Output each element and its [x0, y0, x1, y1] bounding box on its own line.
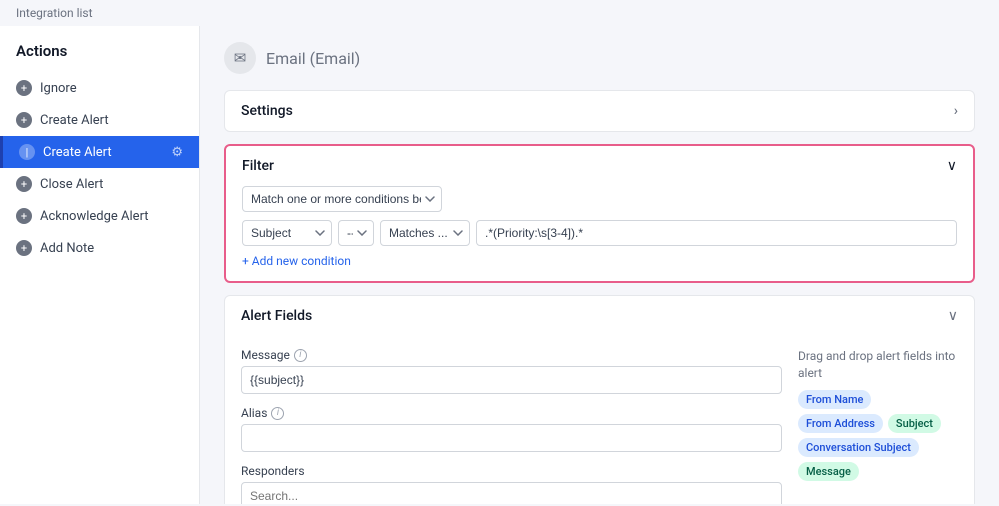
- filter-chevron: ∨: [947, 158, 957, 174]
- field-select[interactable]: Subject: [242, 220, 332, 246]
- sidebar-item-create-alert-active[interactable]: | Create Alert ⚙: [0, 136, 199, 168]
- responders-label: Responders: [241, 464, 782, 478]
- message-input[interactable]: [241, 366, 782, 394]
- field-tags: From Name From Address Subject Conversat…: [798, 390, 958, 481]
- alert-fields-section: Alert Fields ∨ Message i: [224, 295, 975, 504]
- add-condition-link[interactable]: + Add new condition: [242, 254, 351, 268]
- drag-drop-label: Drag and drop alert fields into alert: [798, 348, 958, 382]
- filter-section: Filter ∨ Match one or more conditions be…: [224, 144, 975, 283]
- gear-icon[interactable]: ⚙: [171, 145, 183, 160]
- alias-input[interactable]: [241, 424, 782, 452]
- drag-drop-area: Drag and drop alert fields into alert Fr…: [798, 348, 958, 504]
- plus-icon-ignore: +: [16, 80, 32, 96]
- operator1-select[interactable]: --: [338, 220, 374, 246]
- tag-subject[interactable]: Subject: [888, 414, 941, 433]
- message-group: Message i: [241, 348, 782, 394]
- content-header: ✉ Email (Email): [224, 42, 975, 74]
- sidebar-item-acknowledge-alert[interactable]: + Acknowledge Alert: [0, 200, 199, 232]
- alert-fields-header[interactable]: Alert Fields ∨: [225, 296, 974, 336]
- settings-header[interactable]: Settings ›: [225, 91, 974, 131]
- plus-icon-close: +: [16, 176, 32, 192]
- tag-from-address[interactable]: From Address: [798, 414, 883, 433]
- sidebar-title: Actions: [0, 42, 199, 72]
- tag-from-name[interactable]: From Name: [798, 390, 871, 409]
- breadcrumb[interactable]: Integration list: [0, 0, 999, 26]
- content-title: Email (Email): [266, 49, 360, 68]
- alert-fields-chevron: ∨: [948, 308, 958, 324]
- email-icon: ✉: [224, 42, 256, 74]
- settings-chevron: ›: [954, 103, 958, 119]
- sidebar-item-ignore[interactable]: + Ignore: [0, 72, 199, 104]
- filter-header[interactable]: Filter ∨: [226, 146, 973, 186]
- plus-icon-create-alert: +: [16, 112, 32, 128]
- responders-group: Responders: [241, 464, 782, 504]
- alias-info-icon: i: [271, 407, 284, 420]
- tag-message[interactable]: Message: [798, 462, 859, 481]
- tag-conversation-subject[interactable]: Conversation Subject: [798, 438, 919, 457]
- alert-fields-form: Message i Alias i: [241, 348, 782, 504]
- sidebar-item-create-alert[interactable]: + Create Alert: [0, 104, 199, 136]
- main-content: ✉ Email (Email) Settings › Filter ∨ Mat: [200, 26, 999, 504]
- filter-match-row: Match one or more conditions below: [242, 186, 957, 212]
- filter-condition-row: Subject -- Matches ...: [242, 220, 957, 246]
- plus-icon-add-note: +: [16, 240, 32, 256]
- plus-icon-acknowledge: +: [16, 208, 32, 224]
- responders-input[interactable]: [241, 482, 782, 504]
- alias-group: Alias i: [241, 406, 782, 452]
- message-info-icon: i: [294, 349, 307, 362]
- alias-label: Alias i: [241, 406, 782, 420]
- filter-value-input[interactable]: [476, 220, 957, 246]
- settings-section: Settings ›: [224, 90, 975, 132]
- sidebar: Actions + Ignore + Create Alert | Create…: [0, 26, 200, 504]
- filter-body: Match one or more conditions below Subje…: [226, 186, 973, 281]
- match-condition-select[interactable]: Match one or more conditions below: [242, 186, 442, 212]
- plus-icon-active: |: [19, 144, 35, 160]
- alert-fields-body: Message i Alias i: [225, 336, 974, 504]
- message-label: Message i: [241, 348, 782, 362]
- sidebar-item-close-alert[interactable]: + Close Alert: [0, 168, 199, 200]
- operator2-select[interactable]: Matches ...: [380, 220, 470, 246]
- sidebar-item-add-note[interactable]: + Add Note: [0, 232, 199, 264]
